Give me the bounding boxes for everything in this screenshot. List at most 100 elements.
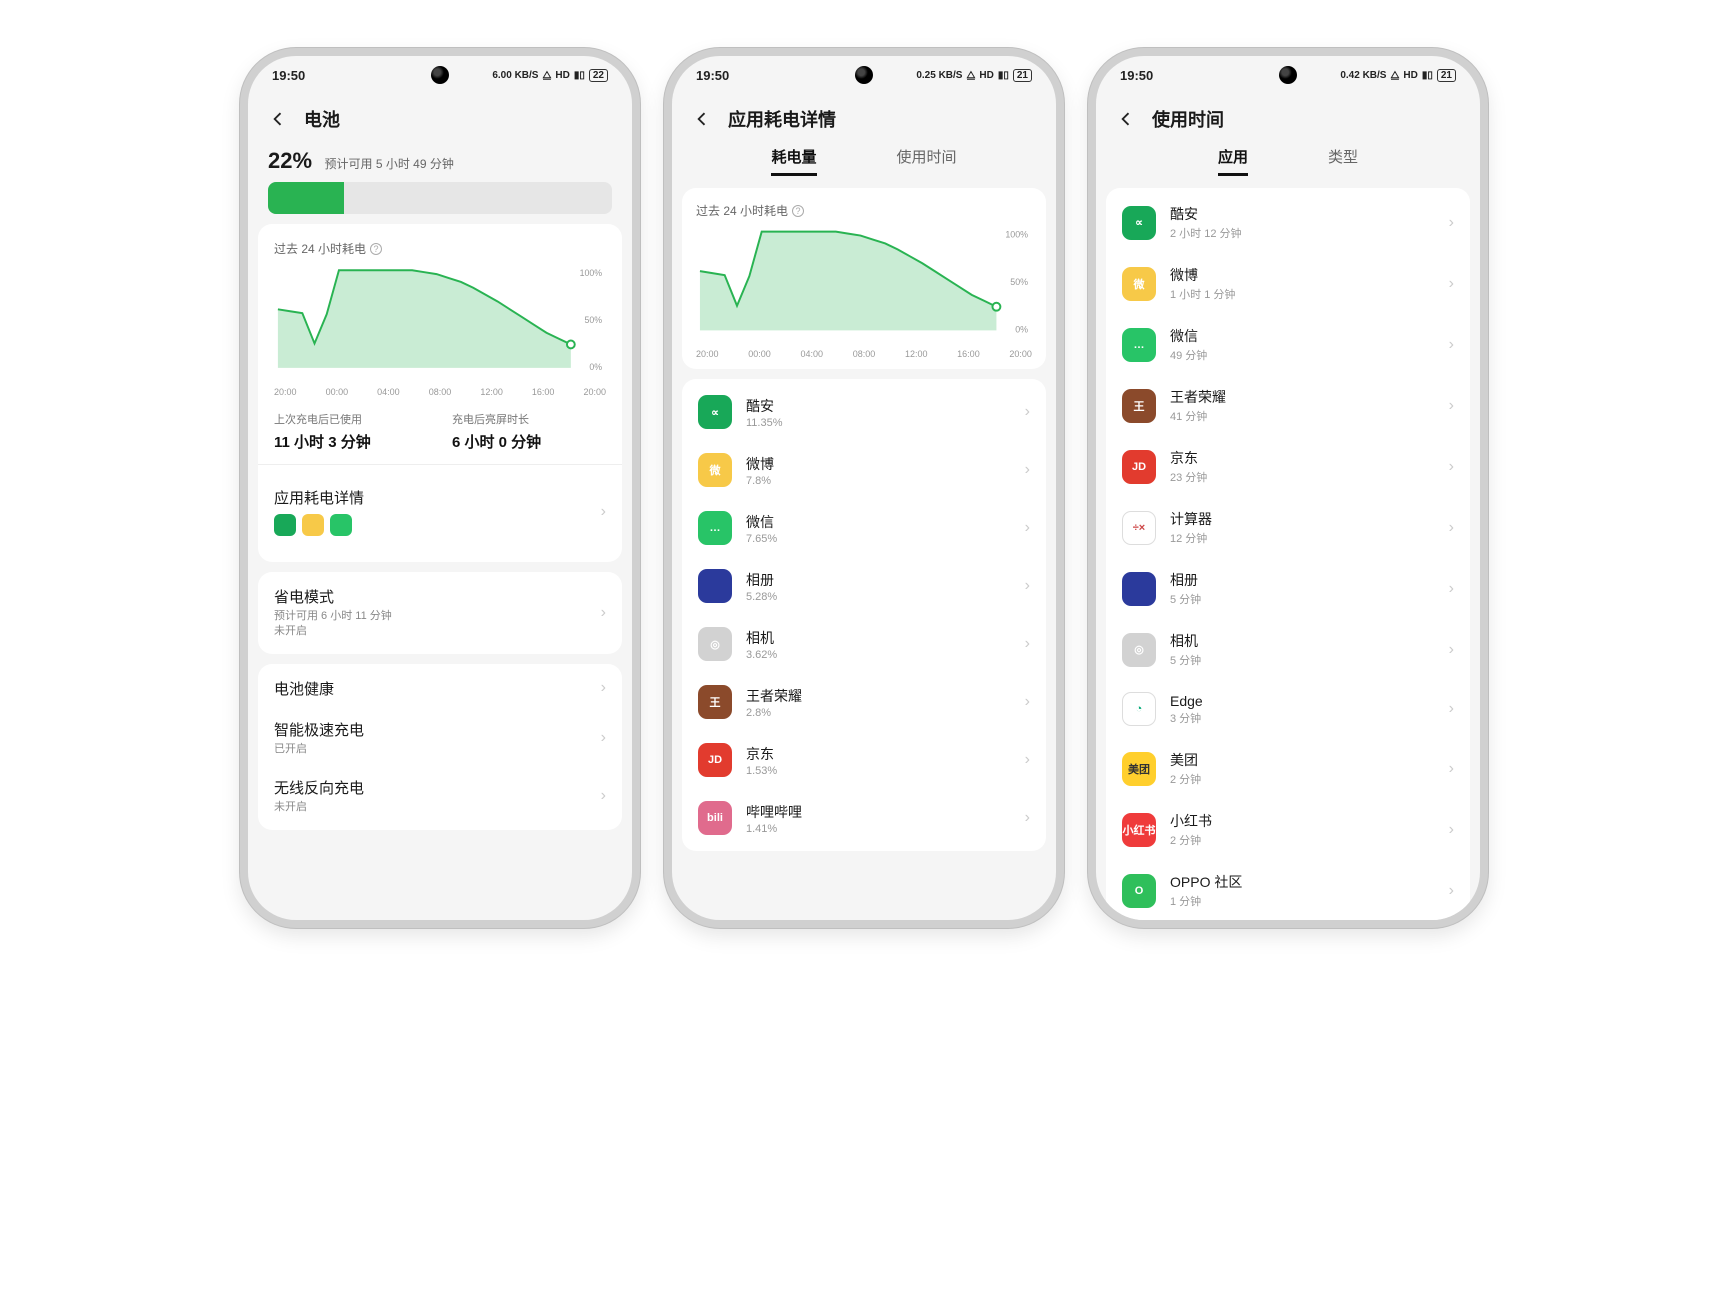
since-charge-value: 11 小时 3 分钟 — [274, 431, 428, 452]
chevron-right-icon: › — [601, 787, 606, 805]
clock: 19:50 — [1120, 68, 1153, 83]
app-row[interactable]: ◔Edge3 分钟› — [1106, 680, 1470, 738]
app-row[interactable]: 微微博7.8%› — [682, 441, 1046, 499]
app-usage-detail-row[interactable]: 应用耗电详情 › — [274, 477, 606, 546]
app-row[interactable]: OOPPO 社区1 分钟› — [1106, 860, 1470, 920]
tab-time[interactable]: 使用时间 — [897, 146, 957, 176]
page-title: 使用时间 — [1152, 106, 1224, 132]
app-sub: 2 分钟 — [1170, 832, 1449, 848]
screen-1: 19:50 6.00 KB/S ⧋ HD ▮▯ 22 电池 22% 预计可用 5… — [248, 56, 632, 920]
app-sub: 23 分钟 — [1170, 469, 1449, 485]
app-row[interactable]: 相册5.28%› — [682, 557, 1046, 615]
app-sub: 1 分钟 — [1170, 893, 1449, 909]
tab-type[interactable]: 类型 — [1328, 146, 1358, 176]
app-name: 微信 — [1170, 326, 1449, 346]
chevron-right-icon: › — [1449, 519, 1454, 537]
app-row[interactable]: ÷×计算器12 分钟› — [1106, 497, 1470, 558]
app-sub: 41 分钟 — [1170, 408, 1449, 424]
tab-apps[interactable]: 应用 — [1218, 146, 1248, 176]
net-speed: 0.42 KB/S — [1340, 70, 1386, 81]
time-app-list: ∝酷安2 小时 12 分钟›微微博1 小时 1 分钟›…微信49 分钟›王王者荣… — [1106, 188, 1470, 920]
status-icons-right: 0.42 KB/S ⧋ HD ▮▯ 21 — [1340, 69, 1456, 82]
chevron-right-icon: › — [1025, 577, 1030, 595]
chevron-right-icon: › — [1025, 403, 1030, 421]
help-icon[interactable]: ? — [792, 205, 804, 217]
title-bar: 使用时间 — [1096, 94, 1480, 146]
app-name: 小红书 — [1170, 811, 1449, 831]
signal-icon: ▮▯ — [1422, 70, 1433, 81]
chevron-right-icon: › — [1449, 641, 1454, 659]
app-sub: 5 分钟 — [1170, 652, 1449, 668]
app-sub: 11.35% — [746, 417, 1025, 429]
app-row[interactable]: JD京东1.53%› — [682, 731, 1046, 789]
app-row[interactable]: ◎相机5 分钟› — [1106, 619, 1470, 680]
chevron-right-icon: › — [1025, 461, 1030, 479]
battery-health-row[interactable]: 电池健康 › — [274, 668, 606, 709]
app-row[interactable]: bili哔哩哔哩1.41%› — [682, 789, 1046, 847]
svg-text:100%: 100% — [580, 268, 603, 278]
chevron-right-icon: › — [1025, 519, 1030, 537]
app-row[interactable]: ∝ 酷安11.35%› — [682, 383, 1046, 441]
reverse-charge-row[interactable]: 无线反向充电 未开启 › — [274, 767, 606, 825]
app-row[interactable]: 美团美团2 分钟› — [1106, 738, 1470, 799]
app-row[interactable]: ◎相机3.62%› — [682, 615, 1046, 673]
app-row[interactable]: …微信49 分钟› — [1106, 314, 1470, 375]
chevron-right-icon: › — [1449, 397, 1454, 415]
app-row[interactable]: 微微博1 小时 1 分钟› — [1106, 253, 1470, 314]
app-sub: 3.62% — [746, 649, 1025, 661]
power-save-sub: 预计可用 6 小时 11 分钟 未开启 — [274, 609, 601, 640]
app-row[interactable]: 王王者荣耀41 分钟› — [1106, 375, 1470, 436]
app-icon — [1122, 572, 1156, 606]
app-icon — [698, 569, 732, 603]
app-row[interactable]: JD京东23 分钟› — [1106, 436, 1470, 497]
chevron-right-icon: › — [601, 679, 606, 697]
back-icon[interactable] — [1116, 109, 1136, 129]
usage-card: 过去 24 小时耗电 ? 100% 50% 0% 20:0000:0004:00… — [258, 224, 622, 562]
app-sub: 5.28% — [746, 591, 1025, 603]
status-icons-right: 6.00 KB/S ⧋ HD ▮▯ 22 — [492, 69, 608, 82]
chevron-right-icon: › — [1449, 336, 1454, 354]
app-icon: JD — [698, 743, 732, 777]
title-bar: 电池 — [248, 94, 632, 146]
battery-bar-fill — [268, 182, 344, 214]
app-row[interactable]: 王王者荣耀2.8%› — [682, 673, 1046, 731]
app-icon: ÷× — [1122, 511, 1156, 545]
x-axis-labels: 20:0000:0004:0008:0012:0016:0020:00 — [274, 387, 606, 397]
help-icon[interactable]: ? — [370, 243, 382, 255]
app-name: 酷安 — [746, 396, 1025, 416]
fast-charge-row[interactable]: 智能极速充电 已开启 › — [274, 709, 606, 767]
signal-icon: ▮▯ — [574, 70, 585, 81]
app-sub: 3 分钟 — [1170, 710, 1449, 726]
app-icon: bili — [698, 801, 732, 835]
back-icon[interactable] — [692, 109, 712, 129]
app-row[interactable]: 小红书小红书2 分钟› — [1106, 799, 1470, 860]
tab-power[interactable]: 耗电量 — [771, 146, 816, 176]
chart-title: 过去 24 小时耗电 ? — [274, 240, 606, 257]
battery-icon: 22 — [589, 69, 608, 82]
app-sub: 2.8% — [746, 707, 1025, 719]
app-sub: 7.65% — [746, 533, 1025, 545]
app-icon: … — [1122, 328, 1156, 362]
app-row[interactable]: …微信7.65%› — [682, 499, 1046, 557]
hd-icon: HD — [979, 70, 993, 81]
status-icons-right: 0.25 KB/S ⧋ HD ▮▯ 21 — [916, 69, 1032, 82]
divider — [258, 464, 622, 465]
front-camera — [1279, 66, 1297, 84]
app-icon: … — [698, 511, 732, 545]
chevron-right-icon: › — [1025, 809, 1030, 827]
row-title: 应用耗电详情 — [274, 487, 601, 508]
app-row[interactable]: ∝酷安2 小时 12 分钟› — [1106, 192, 1470, 253]
app-icon: ∝ — [698, 395, 732, 429]
chevron-right-icon: › — [601, 604, 606, 622]
app-row[interactable]: 相册5 分钟› — [1106, 558, 1470, 619]
power-save-title: 省电模式 — [274, 586, 601, 607]
page-title: 应用耗电详情 — [728, 106, 836, 132]
power-save-card[interactable]: 省电模式 预计可用 6 小时 11 分钟 未开启 › — [258, 572, 622, 654]
chevron-right-icon: › — [1449, 214, 1454, 232]
screen-on-value: 6 小时 0 分钟 — [452, 431, 606, 452]
app-icon: ◔ — [1122, 692, 1156, 726]
app-name: 酷安 — [1170, 204, 1449, 224]
back-icon[interactable] — [268, 109, 288, 129]
app-name: 京东 — [1170, 448, 1449, 468]
app-name: 相机 — [746, 628, 1025, 648]
